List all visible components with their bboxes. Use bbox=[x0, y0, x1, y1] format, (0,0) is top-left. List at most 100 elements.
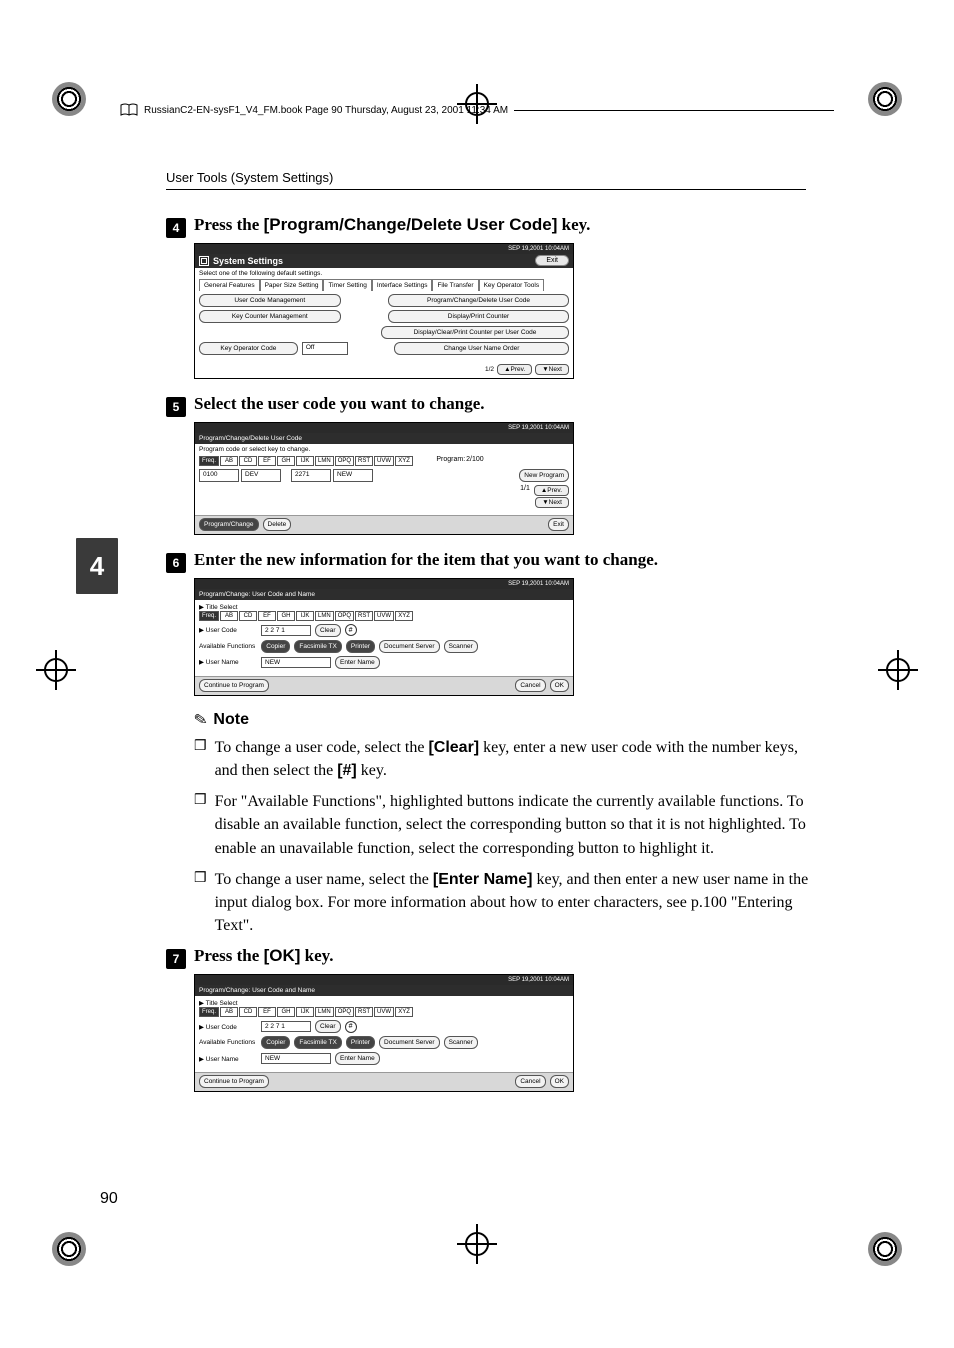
alpha-tab[interactable]: OPQ bbox=[335, 1007, 354, 1017]
continue-button[interactable]: Continue to Program bbox=[199, 679, 269, 692]
tab[interactable]: Interface Settings bbox=[372, 279, 433, 291]
alpha-tab[interactable]: RST bbox=[355, 456, 373, 466]
window-title: Program/Change: User Code and Name bbox=[195, 589, 573, 600]
alpha-tab[interactable]: Freq. bbox=[199, 456, 219, 466]
alpha-tab[interactable]: UVW bbox=[374, 456, 394, 466]
alpha-tab[interactable]: IJK bbox=[296, 456, 314, 466]
cancel-button[interactable]: Cancel bbox=[515, 1075, 545, 1088]
cancel-button[interactable]: Cancel bbox=[515, 679, 545, 692]
step-number-5: 5 bbox=[166, 397, 186, 417]
pager-next[interactable]: ▼Next bbox=[535, 497, 569, 508]
function-button[interactable]: Copier bbox=[261, 1036, 290, 1049]
hash-button[interactable]: # bbox=[345, 624, 357, 636]
header-rule bbox=[514, 110, 834, 111]
pager-next[interactable]: ▼Next bbox=[535, 364, 569, 375]
tab[interactable]: File Transfer bbox=[432, 279, 478, 291]
book-icon bbox=[120, 103, 138, 117]
alpha-tab[interactable]: AB bbox=[220, 1007, 238, 1017]
tab[interactable]: Timer Setting bbox=[323, 279, 371, 291]
clear-button[interactable]: Clear bbox=[315, 624, 341, 637]
alpha-tab[interactable]: GH bbox=[277, 456, 295, 466]
function-button[interactable]: Scanner bbox=[444, 640, 478, 653]
alpha-tab[interactable]: UVW bbox=[374, 611, 394, 621]
tab[interactable]: Key Operator Tools bbox=[479, 279, 545, 291]
code-cell[interactable]: DEV bbox=[241, 469, 281, 482]
code-cell[interactable]: 0100 bbox=[199, 469, 239, 482]
hash-button[interactable]: # bbox=[345, 1021, 357, 1033]
alpha-tab[interactable]: AB bbox=[220, 456, 238, 466]
crop-mark-bottom-left bbox=[40, 1218, 100, 1278]
bullet-icon: ❒ bbox=[194, 868, 207, 938]
pager-prev[interactable]: ▲Prev. bbox=[497, 364, 532, 375]
pager-prev[interactable]: ▲Prev. bbox=[534, 485, 569, 496]
alpha-tab[interactable]: OPQ bbox=[335, 611, 354, 621]
alpha-tab[interactable]: LMN bbox=[315, 611, 334, 621]
alpha-tab[interactable]: OPQ bbox=[335, 456, 354, 466]
function-button[interactable]: Document Server bbox=[379, 1036, 440, 1049]
enter-name-button[interactable]: Enter Name bbox=[335, 656, 380, 669]
delete-button[interactable]: Delete bbox=[263, 518, 292, 531]
note-block: ✎ Note ❒ To change a user code, select t… bbox=[166, 710, 816, 938]
alpha-tab[interactable]: GH bbox=[277, 1007, 295, 1017]
alpha-tab[interactable]: Freq. bbox=[199, 1007, 219, 1017]
alpha-tab[interactable]: EF bbox=[258, 1007, 276, 1017]
clear-button[interactable]: Clear bbox=[315, 1020, 341, 1033]
alpha-tab[interactable]: EF bbox=[258, 456, 276, 466]
alpha-tab[interactable]: CD bbox=[239, 456, 257, 466]
alpha-tab[interactable]: AB bbox=[220, 611, 238, 621]
ok-button[interactable]: OK bbox=[550, 1075, 569, 1088]
alpha-tab[interactable]: RST bbox=[355, 1007, 373, 1017]
alpha-tab[interactable]: Freq. bbox=[199, 611, 219, 621]
alpha-tab[interactable]: XYZ bbox=[395, 456, 413, 466]
alpha-tab[interactable]: UVW bbox=[374, 1007, 394, 1017]
alpha-tabs: Freq. AB CD EF GH IJK LMN OPQ RST UVW XY… bbox=[199, 611, 569, 621]
alpha-tab[interactable]: LMN bbox=[315, 456, 334, 466]
step-number-4: 4 bbox=[166, 218, 186, 238]
tab[interactable]: Paper Size Setting bbox=[260, 279, 324, 291]
new-program-button[interactable]: New Program bbox=[519, 469, 569, 482]
alpha-tab[interactable]: GH bbox=[277, 611, 295, 621]
alpha-tab[interactable]: RST bbox=[355, 611, 373, 621]
continue-button[interactable]: Continue to Program bbox=[199, 1075, 269, 1088]
setting-button[interactable]: Display/Clear/Print Counter per User Cod… bbox=[381, 326, 569, 339]
user-name-field[interactable]: NEW bbox=[261, 657, 331, 668]
program-change-button[interactable]: Program/Change bbox=[199, 518, 259, 531]
alpha-tab[interactable]: XYZ bbox=[395, 611, 413, 621]
bullet-icon: ❒ bbox=[194, 736, 207, 782]
function-button[interactable]: Document Server bbox=[379, 640, 440, 653]
alpha-tab[interactable]: XYZ bbox=[395, 1007, 413, 1017]
function-button[interactable]: Scanner bbox=[444, 1036, 478, 1049]
alpha-tab[interactable]: IJK bbox=[296, 611, 314, 621]
setting-button[interactable]: Change User Name Order bbox=[394, 342, 569, 355]
code-cell[interactable]: NEW bbox=[333, 469, 373, 482]
user-code-field[interactable]: 2 2 7 1 bbox=[261, 625, 311, 636]
exit-button[interactable]: Exit bbox=[535, 255, 569, 266]
step-6: 6 Enter the new information for the item… bbox=[166, 549, 816, 696]
alpha-tab[interactable]: IJK bbox=[296, 1007, 314, 1017]
alpha-tab[interactable]: CD bbox=[239, 611, 257, 621]
window-title: System Settings bbox=[213, 256, 283, 266]
function-button[interactable]: Facsimile TX bbox=[294, 1036, 341, 1049]
note-item: ❒ For "Available Functions", highlighted… bbox=[194, 790, 816, 860]
function-button[interactable]: Printer bbox=[346, 1036, 375, 1049]
function-button[interactable]: Printer bbox=[346, 640, 375, 653]
function-button[interactable]: Facsimile TX bbox=[294, 640, 341, 653]
ok-button[interactable]: OK bbox=[550, 679, 569, 692]
exit-button[interactable]: Exit bbox=[548, 518, 569, 531]
setting-button[interactable]: Program/Change/Delete User Code bbox=[388, 294, 569, 307]
setting-button[interactable]: Key Operator Code bbox=[199, 342, 298, 355]
alpha-tab[interactable]: CD bbox=[239, 1007, 257, 1017]
step-number-7: 7 bbox=[166, 949, 186, 969]
setting-button[interactable]: Key Counter Management bbox=[199, 310, 341, 323]
setting-button[interactable]: Display/Print Counter bbox=[388, 310, 569, 323]
enter-name-button[interactable]: Enter Name bbox=[335, 1052, 380, 1065]
user-code-field[interactable]: 2 2 7 1 bbox=[261, 1021, 311, 1032]
pencil-icon: ✎ bbox=[192, 709, 209, 731]
tab[interactable]: General Features bbox=[199, 279, 260, 291]
alpha-tab[interactable]: EF bbox=[258, 611, 276, 621]
alpha-tab[interactable]: LMN bbox=[315, 1007, 334, 1017]
setting-button[interactable]: User Code Management bbox=[199, 294, 341, 307]
user-name-field[interactable]: NEW bbox=[261, 1053, 331, 1064]
function-button[interactable]: Copier bbox=[261, 640, 290, 653]
code-cell[interactable]: 2271 bbox=[291, 469, 331, 482]
